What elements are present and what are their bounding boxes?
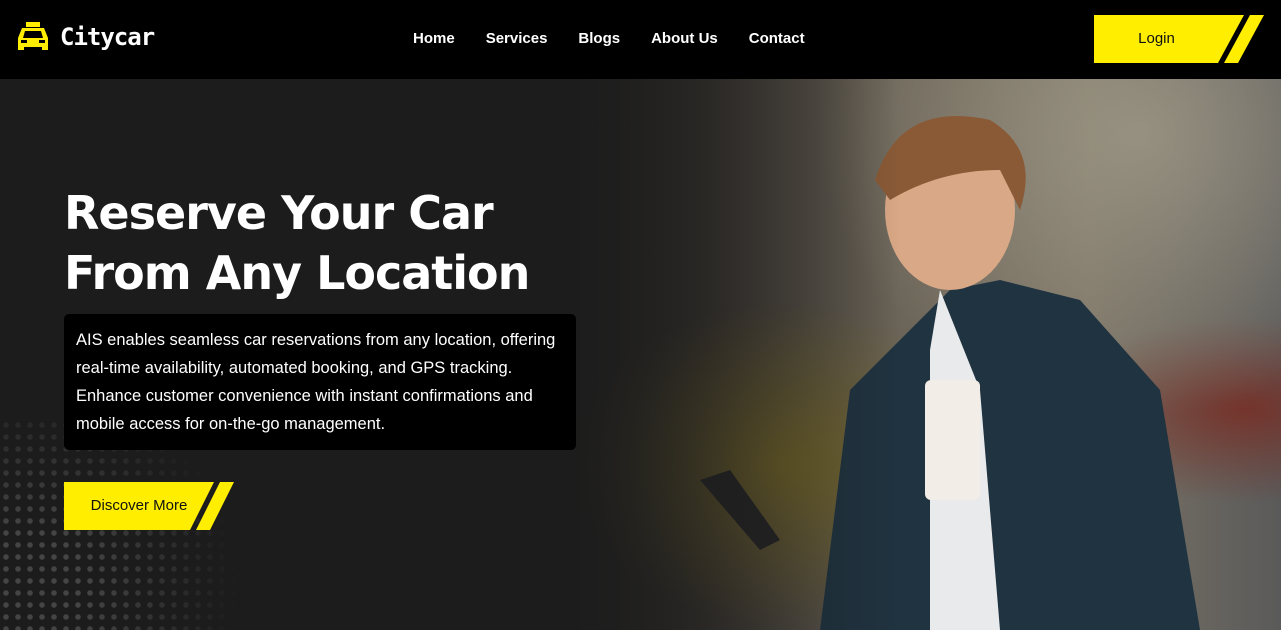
- hero-section: Reserve Your Car From Any Location AIS en…: [0, 79, 1281, 630]
- top-navbar: Citycar Home Services Blogs About Us Con…: [0, 0, 1281, 79]
- login-button[interactable]: Login: [1094, 15, 1264, 63]
- hero-title: Reserve Your Car From Any Location: [64, 183, 530, 303]
- taxi-icon: [18, 22, 48, 50]
- logo[interactable]: Citycar: [16, 22, 155, 52]
- hero-title-line2: From Any Location: [64, 246, 530, 300]
- nav-home[interactable]: Home: [413, 30, 455, 47]
- discover-more-button[interactable]: Discover More: [64, 482, 234, 530]
- nav-services[interactable]: Services: [486, 30, 548, 47]
- hero-title-line1: Reserve Your Car: [64, 186, 494, 240]
- nav-blogs[interactable]: Blogs: [578, 30, 620, 47]
- nav-contact[interactable]: Contact: [749, 30, 805, 47]
- hero-description: AIS enables seamless car reservations fr…: [64, 314, 576, 450]
- brand-name: Citycar: [60, 23, 155, 51]
- login-label: Login: [1138, 30, 1175, 47]
- main-menu: Home Services Blogs About Us Contact: [413, 30, 805, 47]
- nav-about-us[interactable]: About Us: [651, 30, 718, 47]
- discover-more-label: Discover More: [90, 497, 188, 514]
